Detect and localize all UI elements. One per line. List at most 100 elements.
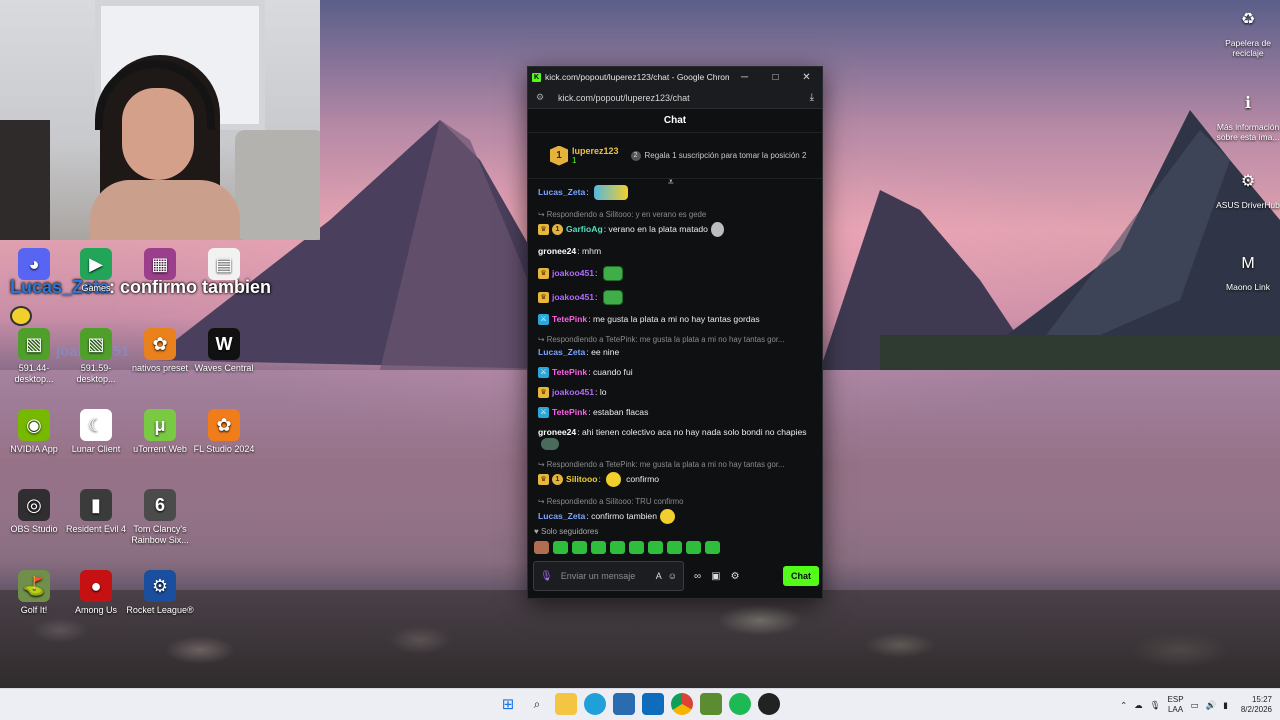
gear-icon[interactable]: ⚙ xyxy=(731,571,740,582)
emote-icon[interactable] xyxy=(705,541,720,554)
top-gifter[interactable]: luperez123 1 xyxy=(572,146,619,165)
app-icon[interactable]: ◉ xyxy=(18,409,50,441)
chrome-window[interactable]: K kick.com/popout/luperez123/chat - Goog… xyxy=(527,66,823,599)
emote-icon[interactable] xyxy=(591,541,606,554)
download-icon[interactable]: ⤓ xyxy=(810,92,814,103)
store-app-icon[interactable] xyxy=(613,693,635,715)
chat-message[interactable]: gronee24: mhm xyxy=(538,246,812,257)
emote-icon[interactable] xyxy=(648,541,663,554)
app-icon[interactable]: ◎ xyxy=(18,489,50,521)
chat-message[interactable]: Lucas_Zeta: xyxy=(538,185,812,200)
chat-message[interactable]: ⚔ TetePink: me gusta la plata a mi no hay… xyxy=(538,314,812,325)
desktop-icon[interactable]: 6 Tom Clancy's Rainbow Six... xyxy=(126,489,194,546)
desktop-icon[interactable]: ● Among Us xyxy=(62,570,130,616)
reply-context[interactable]: ↪ Respondiendo a Silitooo: TRU confirmo xyxy=(538,496,812,507)
app-icon[interactable]: ✿ xyxy=(208,409,240,441)
app-icon[interactable]: ▶ xyxy=(80,248,112,280)
start-icon[interactable]: ⊞ xyxy=(497,693,519,715)
minimize-button[interactable]: ─ xyxy=(729,67,760,87)
desktop-icon[interactable]: ⚙ Rocket League® xyxy=(126,570,194,616)
desktop-icon[interactable]: ▮ Resident Evil 4 xyxy=(62,489,130,535)
app-icon[interactable]: ✿ xyxy=(144,328,176,360)
chat-username[interactable]: GarfioAg xyxy=(566,224,603,235)
desktop-icon[interactable]: ◕ xyxy=(0,248,68,283)
minecraft-icon[interactable] xyxy=(700,693,722,715)
chat-message[interactable]: ⚔ TetePink: cuando fui xyxy=(538,367,812,378)
reply-context[interactable]: ↪ Respondiendo a TetePink: me gusta la p… xyxy=(538,334,812,345)
clock[interactable]: 15:27 8/2/2026 xyxy=(1241,695,1272,715)
mic-tray-icon[interactable]: 🎙 xyxy=(1150,700,1161,711)
reply-context[interactable]: ↪ Respondiendo a Silitooo: y en verano e… xyxy=(538,209,812,220)
app-icon[interactable]: ⛳ xyxy=(18,570,50,602)
app-icon[interactable]: ⚙ xyxy=(1234,168,1262,196)
app-icon[interactable]: ▦ xyxy=(144,248,176,280)
emote-icon[interactable] xyxy=(610,541,625,554)
reply-context[interactable]: ↪ Respondiendo a TetePink: me gusta la p… xyxy=(538,459,812,470)
language-indicator[interactable]: ESP LAA xyxy=(1168,695,1184,715)
emote-icon[interactable] xyxy=(667,541,682,554)
chat-username[interactable]: Silitooo xyxy=(566,474,598,485)
emote-quick-row[interactable] xyxy=(534,541,720,554)
obs-icon[interactable] xyxy=(758,693,780,715)
desktop-icon[interactable]: ℹ Más información sobre esta ima... xyxy=(1213,90,1280,143)
display-icon[interactable]: ▭ xyxy=(1191,700,1199,711)
volume-icon[interactable]: 🔊 xyxy=(1206,700,1217,711)
spotify-icon[interactable] xyxy=(729,693,751,715)
chat-username[interactable]: TetePink xyxy=(552,314,587,325)
desktop-icon[interactable]: μ uTorrent Web xyxy=(126,409,194,455)
desktop-icon[interactable]: ◉ NVIDIA App xyxy=(0,409,68,455)
app-icon[interactable]: ▧ xyxy=(80,328,112,360)
app-icon[interactable]: ⚙ xyxy=(144,570,176,602)
infinity-icon[interactable]: ∞ xyxy=(694,571,701,582)
chat-username[interactable]: joakoo451 xyxy=(552,387,594,398)
title-bar[interactable]: K kick.com/popout/luperez123/chat - Goog… xyxy=(528,67,822,87)
desktop-icon[interactable]: ⚙ ASUS DriverHub xyxy=(1213,168,1280,211)
app-icon[interactable]: ☾ xyxy=(80,409,112,441)
address-bar[interactable]: ⚙ kick.com/popout/luperez123/chat ⤓ xyxy=(528,87,822,109)
chat-message[interactable]: ⚔ TetePink: estaban flacas xyxy=(538,407,812,418)
chat-username[interactable]: gronee24 xyxy=(538,427,576,438)
emote-icon[interactable] xyxy=(572,541,587,554)
chat-username[interactable]: joakoo451 xyxy=(552,268,594,279)
chat-message[interactable]: ↪ Respondiendo a TetePink: me gusta la p… xyxy=(538,334,812,358)
cloud-icon[interactable]: ☁ xyxy=(1134,700,1143,711)
emote-icon[interactable] xyxy=(629,541,644,554)
chat-username[interactable]: TetePink xyxy=(552,407,587,418)
desktop-icon[interactable]: ▧ 591.44-desktop... xyxy=(0,328,68,385)
emote-icon[interactable] xyxy=(686,541,701,554)
search-icon[interactable]: ⌕ xyxy=(526,693,548,715)
chat-input[interactable]: 🎙 Enviar un mensaje A ☺ xyxy=(533,561,684,591)
desktop-icon[interactable]: ▧ 591.59-desktop... xyxy=(62,328,130,385)
desktop-icon[interactable]: ▦ xyxy=(126,248,194,283)
emoji-icon[interactable]: ☺ xyxy=(668,571,677,581)
chat-username[interactable]: Lucas_Zeta xyxy=(538,511,585,522)
desktop-icon[interactable]: ✿ FL Studio 2024 xyxy=(190,409,258,455)
app-icon[interactable]: M xyxy=(1234,250,1262,278)
chat-message[interactable]: ♛ joakoo451: lo xyxy=(538,387,812,398)
mic-icon[interactable]: 🎙 xyxy=(540,571,553,582)
translate-icon[interactable]: A xyxy=(656,571,662,581)
emote-icon[interactable] xyxy=(534,541,549,554)
chat-message[interactable]: ↪ Respondiendo a Silitooo: TRU confirmo L… xyxy=(538,496,812,524)
desktop-icon[interactable]: ⛳ Golf It! xyxy=(0,570,68,616)
chat-message[interactable]: ↪ Respondiendo a TetePink: me gusta la p… xyxy=(538,459,812,487)
send-chat-button[interactable]: Chat xyxy=(783,566,819,586)
store-icon[interactable]: ▣ xyxy=(711,571,720,582)
gift-leaderboard[interactable]: 1 luperez123 1 2 Regala 1 suscripción pa… xyxy=(528,133,822,179)
desktop-icon[interactable]: M Maono Link xyxy=(1213,250,1280,293)
desktop-icon[interactable]: ▶ Games xyxy=(62,248,130,294)
emote-icon[interactable] xyxy=(553,541,568,554)
close-button[interactable]: ✕ xyxy=(791,67,822,87)
outlook-icon[interactable] xyxy=(642,693,664,715)
app-icon[interactable]: ● xyxy=(80,570,112,602)
chat-username[interactable]: Lucas_Zeta xyxy=(538,347,585,358)
chat-username[interactable]: Lucas_Zeta xyxy=(538,187,585,198)
app-icon[interactable]: ▧ xyxy=(18,328,50,360)
chat-input-placeholder[interactable]: Enviar un mensaje xyxy=(561,571,650,581)
app-icon[interactable]: ℹ xyxy=(1234,90,1262,118)
battery-icon[interactable]: ▮ xyxy=(1223,700,1228,711)
chevron-up-icon[interactable]: ⌃ xyxy=(1120,700,1127,711)
chat-message[interactable]: ♛ joakoo451: xyxy=(538,290,812,305)
chat-username[interactable]: gronee24 xyxy=(538,246,576,257)
desktop-icon[interactable]: ◎ OBS Studio xyxy=(0,489,68,535)
